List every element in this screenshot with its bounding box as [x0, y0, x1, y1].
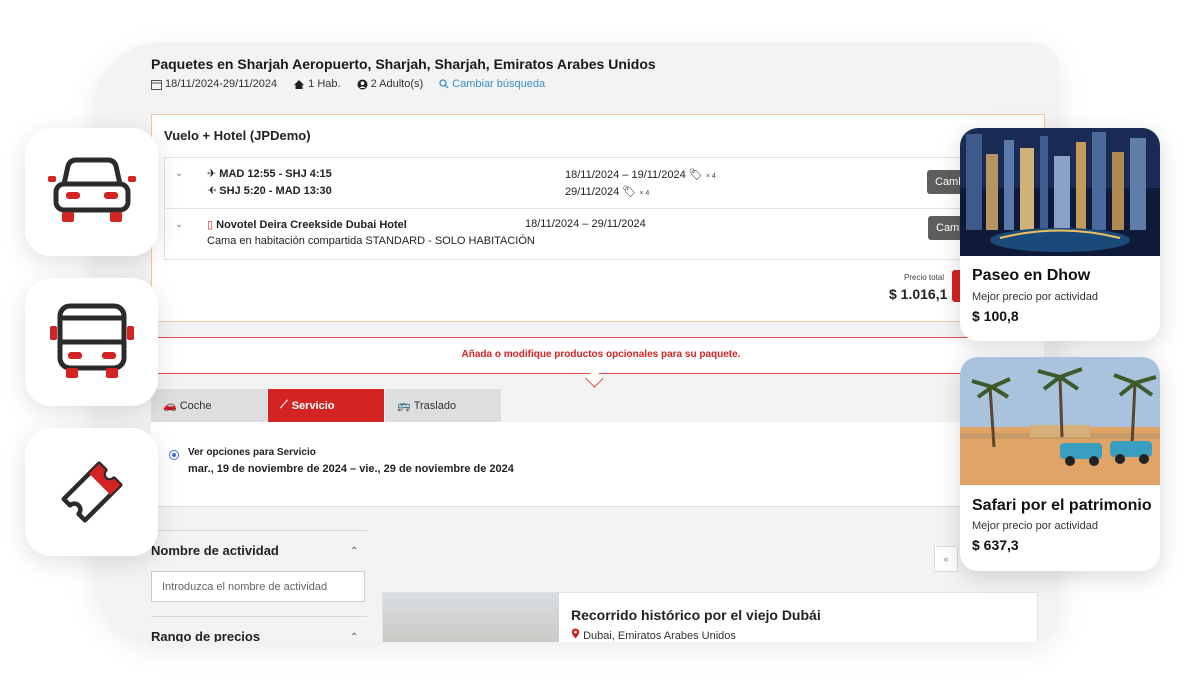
- bus-icon: 🚌: [397, 400, 411, 412]
- adults-text: 2 Adulto(s): [370, 78, 424, 90]
- car-front-icon: [47, 157, 136, 222]
- chevron-up-icon[interactable]: ⌃: [350, 632, 358, 642]
- dates-summary: 18/11/2024-29/11/2024: [151, 78, 277, 90]
- flight-return: ✈ SHJ 5:20 - MAD 13:30: [207, 185, 332, 197]
- house-icon: [294, 79, 305, 89]
- city-skyline-image: [960, 128, 1160, 256]
- change-search-label[interactable]: Cambiar búsqueda: [452, 78, 545, 90]
- rooms-summary: 1 Hab.: [293, 78, 341, 90]
- search-summary: 18/11/2024-29/11/2024 1 Hab. 2 Adulto(s)…: [151, 78, 545, 90]
- promo-title[interactable]: Safari por el patrimonio: [972, 497, 1152, 515]
- filter-price-range-heading[interactable]: Rango de precios: [151, 629, 260, 642]
- booking-page: Paquetes en Sharjah Aeropuerto, Sharjah,…: [92, 42, 1060, 642]
- dhow-city-image: [960, 128, 1160, 256]
- total-price-label: Precio total: [904, 273, 945, 282]
- flight-outbound: ✈ MAD 12:55 - SHJ 4:15: [207, 168, 332, 180]
- promo-subtitle: Mejor precio por actividad: [972, 291, 1098, 303]
- user-icon: [357, 79, 368, 89]
- promo-price: $ 637,3: [972, 537, 1019, 553]
- divider: [151, 616, 367, 617]
- ticket-feature-tile: [25, 428, 158, 556]
- adults-summary: 2 Adulto(s): [357, 78, 424, 90]
- luggage-tag-icon: 🏷: [622, 186, 637, 198]
- desert-palm-image: [960, 357, 1160, 485]
- flight-return-dates: 29/11/2024 🏷 × 4: [565, 186, 650, 198]
- calendar-icon: [151, 79, 162, 90]
- promo-title[interactable]: Paseo en Dhow: [972, 267, 1090, 285]
- ticket-icon: [60, 461, 123, 523]
- tab-coche[interactable]: 🚗 Coche: [151, 389, 267, 422]
- page-title: Paquetes en Sharjah Aeropuerto, Sharjah,…: [151, 56, 656, 72]
- activity-title[interactable]: Recorrido histórico por el viejo Dubái: [571, 607, 821, 623]
- chevron-down-icon[interactable]: ⌄: [175, 219, 183, 230]
- activity-image: [383, 593, 559, 642]
- activity-location: Dubai, Emiratos Arabes Unidos: [571, 628, 736, 642]
- hotel-building-icon: ▯: [207, 219, 214, 231]
- activity-result-card[interactable]: Recorrido histórico por el viejo Dubái D…: [382, 592, 1038, 642]
- tab-traslado[interactable]: 🚌 Traslado: [385, 389, 501, 422]
- chevron-down-icon[interactable]: ⌄: [175, 168, 183, 179]
- change-search-link[interactable]: Cambiar búsqueda: [439, 78, 545, 90]
- service-panel: Ver opciones para Servicio mar., 19 de n…: [151, 422, 1043, 507]
- hotel-room: Cama en habitación compartida STANDARD -…: [207, 235, 535, 247]
- hotel-name: ▯ Novotel Deira Creekside Dubai Hotel: [207, 219, 407, 231]
- service-dates: mar., 19 de noviembre de 2024 – vie., 29…: [188, 463, 514, 475]
- service-option-label[interactable]: Ver opciones para Servicio: [188, 447, 316, 458]
- location-pin-icon: [571, 628, 580, 639]
- hotel-row: ⌄ ▯ Novotel Deira Creekside Dubai Hotel …: [164, 208, 1046, 260]
- safari-desert-image: [960, 357, 1160, 485]
- tab-servicio[interactable]: ⟋ Servicio: [268, 389, 384, 422]
- service-option-radio[interactable]: [169, 450, 179, 460]
- bus-front-icon: [49, 303, 134, 378]
- flight-outbound-dates: 18/11/2024 – 19/11/2024 🏷 × 4: [565, 169, 716, 181]
- filter-activity-name-heading[interactable]: Nombre de actividad: [151, 543, 279, 558]
- plane-icon: ✈: [207, 168, 217, 180]
- pagination-prev-button[interactable]: «: [934, 546, 958, 572]
- promo-subtitle: Mejor precio por actividad: [972, 520, 1098, 532]
- chevron-up-icon[interactable]: ⌃: [350, 546, 358, 557]
- car-icon: 🚗: [163, 400, 177, 412]
- product-tabs: 🚗 Coche ⟋ Servicio 🚌 Traslado: [151, 389, 502, 422]
- package-title: Vuelo + Hotel (JPDemo): [164, 128, 311, 143]
- ticket-icon: ⟋: [280, 399, 288, 411]
- search-icon: [439, 79, 449, 89]
- package-summary: Vuelo + Hotel (JPDemo) ⌄ ✈ MAD 12:55 - S…: [151, 114, 1046, 322]
- activity-name-input[interactable]: Introduzca el nombre de actividad: [151, 571, 365, 602]
- hotel-dates: 18/11/2024 – 29/11/2024: [525, 218, 646, 230]
- promo-price: $ 100,8: [972, 308, 1019, 324]
- plane-return-icon: ✈: [207, 185, 217, 197]
- bus-feature-tile: [25, 278, 158, 406]
- car-feature-tile: [25, 128, 158, 256]
- total-price-value: $ 1.016,1: [889, 286, 948, 302]
- promo-card-dhow[interactable]: Paseo en Dhow Mejor precio por actividad…: [960, 128, 1160, 341]
- optional-products-banner: Añada o modifique productos opcionales p…: [158, 337, 1044, 374]
- optional-products-text: Añada o modifique productos opcionales p…: [461, 349, 741, 360]
- divider: [151, 530, 367, 531]
- flight-row: ⌄ ✈ MAD 12:55 - SHJ 4:15 ✈ SHJ 5:20 - MA…: [164, 157, 1046, 209]
- luggage-tag-icon: 🏷: [688, 169, 703, 181]
- promo-card-safari[interactable]: Safari por el patrimonio Mejor precio po…: [960, 357, 1160, 571]
- rooms-text: 1 Hab.: [308, 78, 341, 90]
- dates-text: 18/11/2024-29/11/2024: [165, 78, 278, 90]
